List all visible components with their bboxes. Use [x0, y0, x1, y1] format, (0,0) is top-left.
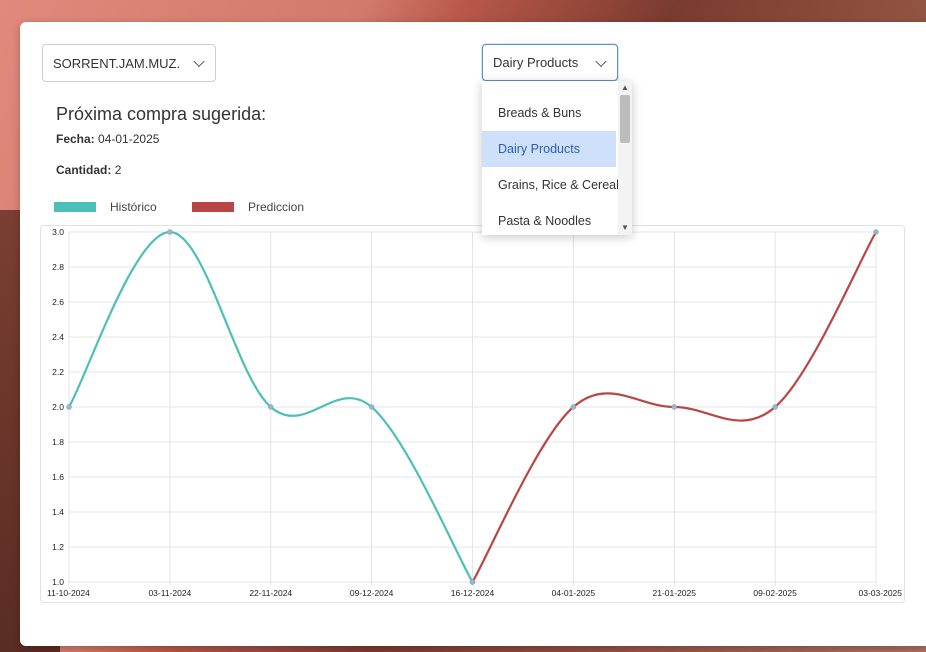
cantidad-label: Cantidad: [56, 163, 112, 177]
cantidad-line: Cantidad: 2 [56, 163, 121, 177]
x-tick-label: 21-01-2025 [653, 588, 697, 598]
data-point-prediccion[interactable] [671, 404, 677, 410]
fecha-value: 04-01-2025 [98, 132, 160, 146]
x-tick-label: 09-12-2024 [350, 588, 394, 598]
suggestion-heading: Próxima compra sugerida: [56, 104, 267, 124]
category-option[interactable]: Breads & Buns [482, 95, 616, 131]
legend-swatch-prediccion [192, 202, 234, 212]
y-tick-label: 1.0 [52, 577, 64, 587]
data-point-historico[interactable] [167, 229, 173, 235]
line-chart: 1.0 1.2 1.4 1.6 1.8 2.0 2.2 2.4 2.6 2.8 3.0 11-10-2… [40, 225, 905, 603]
store-select[interactable]: SORRENT.JAM.MUZ. [42, 44, 216, 82]
data-point-historico[interactable] [268, 404, 274, 410]
y-tick-label: 3.0 [52, 227, 64, 237]
y-tick-label: 1.6 [52, 472, 64, 482]
y-tick-label: 2.4 [52, 332, 64, 342]
main-card: SORRENT.JAM.MUZ. Dairy Products Próxima … [20, 22, 926, 646]
y-tick-label: 2.6 [52, 297, 64, 307]
category-select-value: Dairy Products [493, 55, 579, 70]
category-option[interactable]: Dairy Products [482, 131, 616, 167]
fecha-label: Fecha: [56, 132, 95, 146]
scroll-down-icon[interactable]: ▼ [621, 224, 629, 232]
scrollbar-thumb[interactable] [620, 95, 630, 143]
legend-item-prediccion[interactable]: Prediccion [192, 200, 304, 214]
x-tick-label: 16-12-2024 [451, 588, 495, 598]
y-tick-label: 2.8 [52, 262, 64, 272]
fecha-line: Fecha: 04-01-2025 [56, 132, 159, 146]
chevron-down-icon [193, 55, 205, 68]
legend-item-historico[interactable]: Histórico [54, 200, 157, 214]
data-point-historico[interactable] [368, 404, 375, 410]
x-tick-label: 03-11-2024 [148, 588, 191, 598]
x-tick-label: 09-02-2025 [753, 588, 797, 598]
y-tick-label: 1.2 [52, 542, 64, 552]
category-dropdown-menu: Breads & Buns Dairy Products Grains, Rice … [482, 81, 632, 235]
data-point-historico[interactable] [66, 404, 72, 410]
store-select-value: SORRENT.JAM.MUZ. [53, 55, 181, 71]
y-tick-label: 2.0 [52, 402, 64, 412]
category-option[interactable]: Pasta & Noodles [482, 203, 616, 235]
cantidad-value: 2 [114, 163, 122, 177]
legend-label-historico: Histórico [110, 200, 157, 214]
category-option[interactable]: Grains, Rice & Cereal [482, 167, 619, 203]
legend-label-prediccion: Prediccion [248, 200, 305, 214]
y-tick-label: 1.4 [52, 507, 64, 517]
data-point-prediccion[interactable] [873, 229, 879, 235]
x-tick-label: 04-01-2025 [552, 588, 596, 598]
category-select[interactable]: Dairy Products [482, 44, 618, 81]
chevron-down-icon [595, 55, 607, 67]
dropdown-scrollbar[interactable]: ▲ ▼ [618, 81, 632, 235]
scroll-up-icon[interactable]: ▲ [621, 84, 629, 92]
y-tick-label: 2.2 [52, 367, 64, 377]
data-point-prediccion[interactable] [469, 579, 476, 585]
x-tick-label: 03-03-2025 [859, 588, 903, 598]
x-tick-label: 11-10-2024 [47, 588, 90, 598]
x-tick-label: 22-11-2024 [249, 588, 292, 598]
legend-swatch-historico [54, 202, 96, 212]
y-tick-label: 1.8 [52, 437, 64, 447]
category-options-list: Breads & Buns Dairy Products Grains, Rice … [482, 95, 619, 235]
data-point-prediccion[interactable] [772, 404, 778, 410]
data-point-prediccion[interactable] [570, 404, 577, 410]
